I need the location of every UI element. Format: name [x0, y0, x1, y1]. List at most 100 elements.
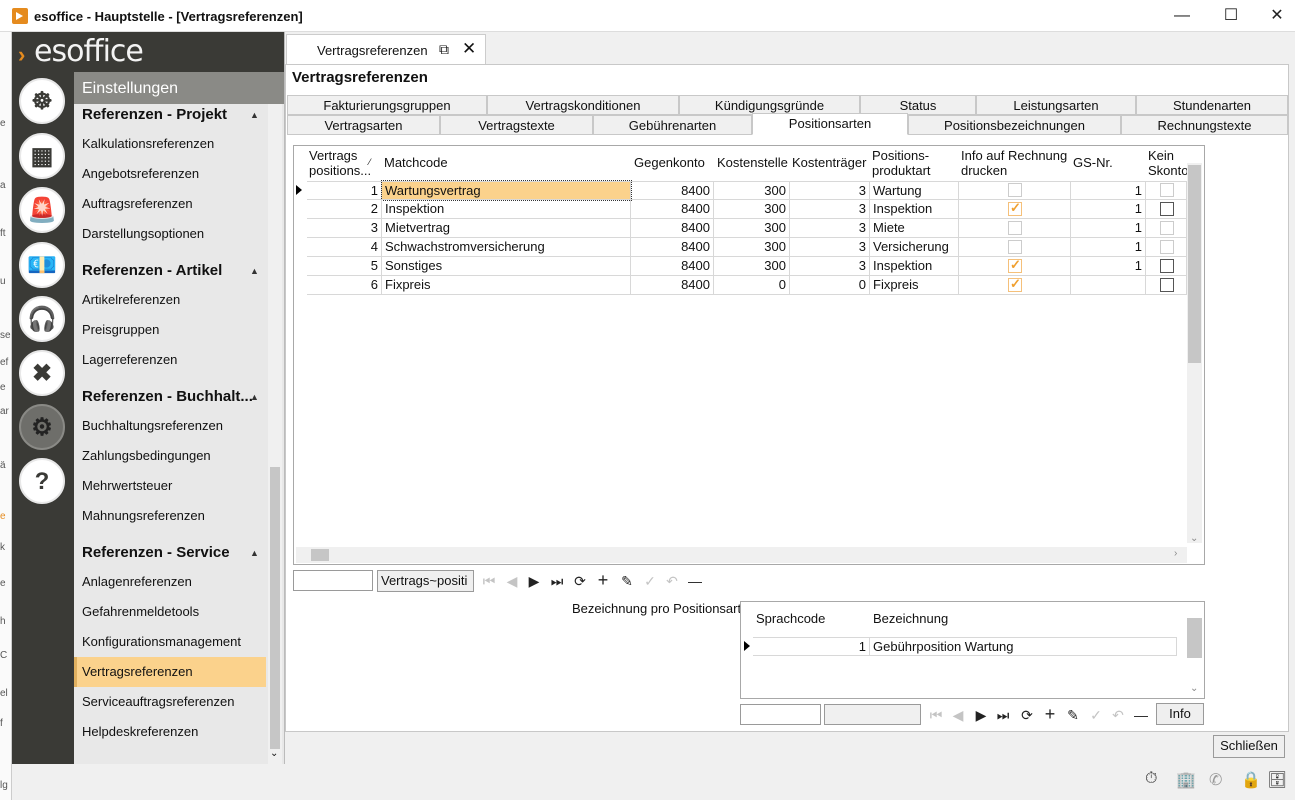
stopwatch-icon[interactable]: ⏱	[1145, 770, 1157, 788]
menu-item-anlagenreferenzen[interactable]: Anlagenreferenzen	[74, 567, 266, 597]
building-plan-icon[interactable]: ▦	[19, 133, 65, 179]
checkbox[interactable]	[1008, 240, 1022, 254]
first-record-icon[interactable]: ⏮	[926, 705, 946, 725]
column-header-info-drucken[interactable]: Info auf Rechnung drucken	[961, 148, 1073, 178]
next-record-icon[interactable]: ▶	[971, 705, 991, 725]
menu-item-artikelreferenzen[interactable]: Artikelreferenzen	[74, 285, 266, 315]
delete-icon[interactable]: —	[1131, 705, 1151, 725]
cell-kostentraeger[interactable]: 3	[790, 219, 870, 238]
checkbox[interactable]	[1160, 259, 1174, 273]
tools-icon[interactable]: ✖	[19, 350, 65, 396]
last-record-icon[interactable]: ⏭	[547, 571, 567, 591]
cell-matchcode[interactable]: Sonstiges	[382, 257, 631, 276]
sub-cell-sprachcode[interactable]: 1	[753, 637, 870, 656]
edit-icon[interactable]: ✎	[1063, 705, 1083, 725]
building-icon[interactable]: 🏢	[1176, 770, 1196, 790]
previous-record-icon[interactable]: ◀	[502, 571, 522, 591]
add-icon[interactable]: +	[593, 570, 613, 590]
scroll-down-icon[interactable]: ⌄	[270, 748, 278, 759]
headset-icon[interactable]: 🎧	[19, 296, 65, 342]
undo-icon[interactable]: ↶	[662, 571, 682, 591]
cell-gs-nr[interactable]: 1	[1071, 200, 1146, 219]
checkbox-checked[interactable]	[1008, 200, 1022, 216]
collapse-caret-icon[interactable]: ▲	[250, 548, 259, 558]
cell-kostentraeger[interactable]: 0	[790, 276, 870, 295]
column-header-sprachcode[interactable]: Sprachcode	[756, 611, 825, 626]
maximize-button[interactable]: ☐	[1208, 0, 1254, 32]
delete-icon[interactable]: —	[685, 571, 705, 591]
menu-item-serviceauftragsreferenzen[interactable]: Serviceauftragsreferenzen	[74, 687, 266, 717]
cell-gegenkonto[interactable]: 8400	[631, 200, 714, 219]
tab-positionsarten[interactable]: Positionsarten	[752, 113, 908, 135]
menu-group-artikel[interactable]: Referenzen - Artikel	[82, 262, 222, 279]
cell-matchcode[interactable]: Mietvertrag	[382, 219, 631, 238]
close-tab-icon[interactable]: ✕	[462, 39, 476, 59]
cell-kostentraeger[interactable]: 3	[790, 238, 870, 257]
close-window-button[interactable]: ✕	[1254, 0, 1295, 32]
column-header-kein-skonto[interactable]: Kein Skonto	[1148, 148, 1188, 178]
collapse-caret-icon[interactable]: ▲	[250, 266, 259, 276]
menu-item-auftragsreferenzen[interactable]: Auftragsreferenzen	[74, 189, 266, 219]
cell-gegenkonto[interactable]: 8400	[631, 219, 714, 238]
checkbox[interactable]	[1160, 183, 1174, 197]
menu-item-vertragsreferenzen[interactable]: Vertragsreferenzen	[74, 657, 266, 687]
gears-icon[interactable]: ⚙	[19, 404, 65, 450]
cell-matchcode[interactable]: Fixpreis	[382, 276, 631, 295]
collapse-caret-icon[interactable]: ▲	[250, 110, 259, 120]
cell-kostentraeger[interactable]: 3	[790, 257, 870, 276]
undo-icon[interactable]: ↶	[1108, 705, 1128, 725]
tab-status[interactable]: Status	[860, 95, 976, 115]
tab-fakturierungsgruppen[interactable]: Fakturierungsgruppen	[287, 95, 487, 115]
previous-record-icon[interactable]: ◀	[948, 705, 968, 725]
tab-gebuehrenarten[interactable]: Gebührenarten	[593, 115, 752, 135]
tab-rechnungstexte[interactable]: Rechnungstexte	[1121, 115, 1288, 135]
cell-produktart[interactable]: Versicherung	[870, 238, 959, 257]
menu-item-darstellungsoptionen[interactable]: Darstellungsoptionen	[74, 219, 266, 249]
tab-vertragskonditionen[interactable]: Vertragskonditionen	[487, 95, 679, 115]
next-record-icon[interactable]: ▶	[524, 571, 544, 591]
last-record-icon[interactable]: ⏭	[993, 705, 1013, 725]
grid-horizontal-scrollbar[interactable]	[296, 547, 1187, 563]
cell-kostenstelle[interactable]: 300	[714, 181, 790, 200]
column-header-gs-nr[interactable]: GS-Nr.	[1073, 155, 1113, 170]
cell-nr[interactable]: 6	[307, 276, 382, 295]
scroll-right-icon[interactable]: ›	[1174, 548, 1177, 559]
column-header-produktart[interactable]: Positions- produktart	[872, 148, 952, 178]
help-icon[interactable]: ?	[19, 458, 65, 504]
money-icon[interactable]: 💶	[19, 242, 65, 288]
menu-item-helpdeskreferenzen[interactable]: Helpdeskreferenzen	[74, 717, 266, 747]
minimize-button[interactable]: —	[1159, 0, 1205, 32]
schliessen-button[interactable]: Schließen	[1213, 735, 1285, 758]
menu-scrollbar[interactable]: ⌄	[268, 104, 282, 764]
checkbox[interactable]	[1008, 183, 1022, 197]
cell-produktart[interactable]: Wartung	[870, 181, 959, 200]
cell-kostenstelle[interactable]: 0	[714, 276, 790, 295]
checkbox[interactable]	[1160, 240, 1174, 254]
checkbox[interactable]	[1008, 221, 1022, 235]
cell-gegenkonto[interactable]: 8400	[631, 238, 714, 257]
phone-icon[interactable]: ✆	[1209, 770, 1222, 790]
tab-vertragsarten[interactable]: Vertragsarten	[287, 115, 440, 135]
cell-gs-nr[interactable]	[1071, 276, 1146, 295]
cell-produktart[interactable]: Inspektion	[870, 257, 959, 276]
menu-item-zahlungsbedingungen[interactable]: Zahlungsbedingungen	[74, 441, 266, 471]
menu-item-lagerreferenzen[interactable]: Lagerreferenzen	[74, 345, 266, 375]
cell-matchcode[interactable]: Wartungsvertrag	[381, 180, 632, 201]
refresh-icon[interactable]: ⟳	[570, 571, 590, 591]
cell-nr[interactable]: 2	[307, 200, 382, 219]
sub-cell-bezeichnung[interactable]: Gebührposition Wartung	[870, 637, 1177, 656]
info-button[interactable]: Info	[1156, 703, 1204, 725]
cell-gegenkonto[interactable]: 8400	[631, 181, 714, 200]
cell-produktart[interactable]: Miete	[870, 219, 959, 238]
cell-matchcode[interactable]: Schwachstromversicherung	[382, 238, 631, 257]
refresh-icon[interactable]: ⟳	[1017, 705, 1037, 725]
menu-item-preisgruppen[interactable]: Preisgruppen	[74, 315, 266, 345]
tab-vertragstexte[interactable]: Vertragstexte	[440, 115, 593, 135]
menu-item-mahnungsreferenzen[interactable]: Mahnungsreferenzen	[74, 501, 266, 531]
cell-gegenkonto[interactable]: 8400	[631, 276, 714, 295]
sub-grid-scroll-thumb[interactable]	[1187, 618, 1202, 658]
search-column-select[interactable]: Vertrags~positi	[377, 570, 474, 592]
scroll-down-icon[interactable]: ⌄	[1190, 683, 1198, 694]
tab-leistungsarten[interactable]: Leistungsarten	[976, 95, 1136, 115]
cell-kostentraeger[interactable]: 3	[790, 181, 870, 200]
